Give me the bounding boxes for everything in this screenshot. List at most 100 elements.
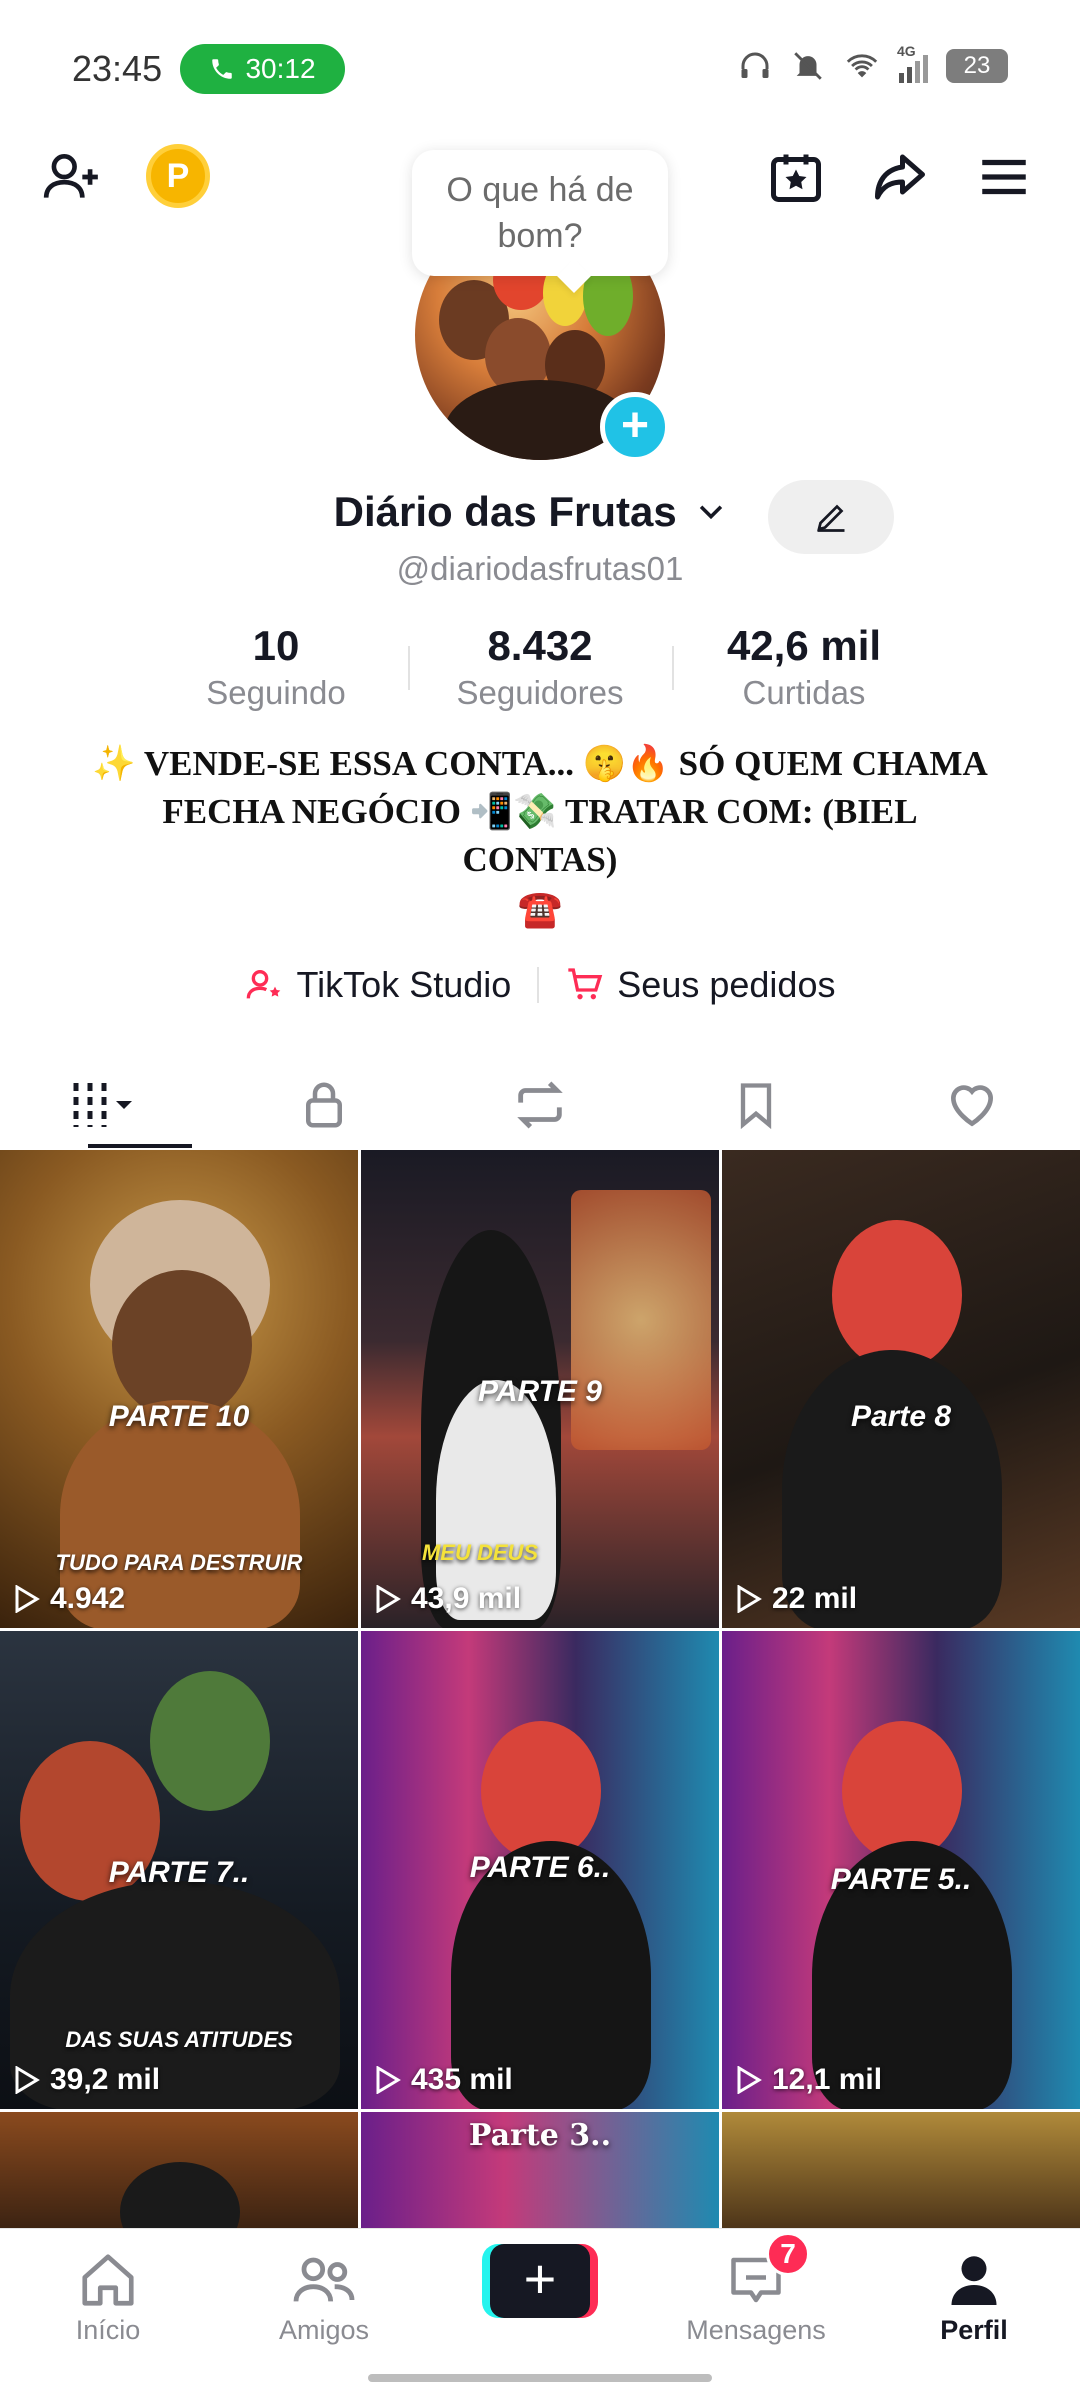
nav-messages[interactable]: Mensagens [666, 2245, 846, 2346]
repost-icon [517, 1081, 563, 1129]
quick-links-divider [537, 967, 540, 1003]
video-view-count: 4.942 [50, 1582, 126, 1615]
profile-bio: ✨ VENDE-SE ESSA CONTA... 🤫🔥 SÓ QUEM CHAM… [92, 744, 988, 879]
nav-messages-label: Mensagens [686, 2315, 826, 2345]
stat-label: Seguidores [456, 674, 624, 711]
chevron-down-icon [700, 505, 723, 520]
video-title: Parte 8 [850, 1400, 952, 1433]
wifi-icon [846, 54, 878, 78]
person-star-icon [246, 970, 280, 999]
video-title: PARTE 9 [478, 1375, 602, 1408]
video-caption: MEU DEUS [421, 1540, 539, 1565]
signal-icon: 4G [897, 43, 928, 83]
home-icon [82, 2254, 134, 2306]
ongoing-call-pill[interactable]: 30:12 [180, 44, 345, 94]
profile-stats: 10 Seguindo 8.432 Seguidores 42,6 mil Cu… [140, 622, 940, 722]
heart-icon [950, 1085, 994, 1127]
calendar-star-icon [771, 154, 821, 202]
menu-button[interactable] [972, 145, 1036, 209]
video-title: Parte 3.. [468, 2118, 612, 2153]
nav-profile[interactable]: Perfil [884, 2245, 1064, 2346]
tab-private[interactable] [216, 1060, 432, 1150]
pencil-icon [817, 504, 845, 532]
video-views: 22 mil [736, 1582, 857, 1616]
share-arrow-icon [875, 154, 925, 200]
create-video-button[interactable]: + [482, 2244, 598, 2318]
video-thumbnail[interactable]: PARTE 9 MEU DEUS 43,9 mil [361, 1150, 719, 1628]
video-grid: PARTE 10 TUDO PARA DESTRUIR 4.942 PARTE … [0, 1150, 1080, 2232]
video-title: PARTE 10 [108, 1400, 250, 1433]
video-thumbnail[interactable]: Parte 3.. [361, 2112, 719, 2232]
nav-friends[interactable]: Amigos [234, 2245, 414, 2346]
status-prompt-bubble[interactable]: O que há de bom? [412, 150, 668, 276]
stat-following[interactable]: 10 Seguindo [144, 622, 408, 722]
tab-reposts[interactable] [432, 1060, 648, 1150]
video-caption: TUDO PARA DESTRUIR [55, 1550, 303, 1575]
play-icon [15, 2066, 40, 2094]
video-thumbnail[interactable] [0, 2112, 358, 2232]
edit-profile-button[interactable] [768, 480, 894, 554]
video-grid-icon [73, 1083, 132, 1127]
play-icon [376, 2066, 401, 2094]
video-view-count: 12,1 mil [772, 2063, 883, 2096]
quick-links: TikTok Studio Seus pedidos [0, 964, 1080, 1006]
stat-value: 42,6 mil [726, 622, 882, 669]
video-view-count: 435 mil [411, 2063, 513, 2096]
video-thumbnail[interactable]: Parte 8 22 mil [722, 1150, 1080, 1628]
tab-videos[interactable] [0, 1060, 216, 1150]
profile-handle: @diariodasfrutas01 [396, 550, 684, 587]
stat-followers[interactable]: 8.432 Seguidores [408, 622, 672, 722]
battery-icon: 23 [946, 49, 1008, 83]
hamburger-menu-icon [982, 159, 1026, 195]
play-icon [15, 1585, 40, 1613]
add-friend-button[interactable] [40, 145, 104, 209]
plus-icon: + [490, 2244, 590, 2318]
video-caption: DAS SUAS ATITUDES [65, 2027, 293, 2052]
orders-link[interactable]: Seus pedidos [565, 964, 835, 1006]
coins-button[interactable]: P [146, 144, 210, 208]
tab-favorites[interactable] [648, 1060, 864, 1150]
lock-icon [306, 1082, 342, 1128]
tab-liked[interactable] [864, 1060, 1080, 1150]
call-duration: 30:12 [245, 53, 316, 84]
status-time: 23:45 [72, 48, 163, 89]
video-thumbnail[interactable]: PARTE 10 TUDO PARA DESTRUIR 4.942 [0, 1150, 358, 1628]
video-views: 12,1 mil [736, 2063, 882, 2097]
content-tabs [0, 1060, 1080, 1150]
profile-name-row[interactable]: Diário das Frutas [0, 488, 1080, 536]
video-views: 4.942 [14, 1582, 125, 1616]
video-thumbnail[interactable]: PARTE 7.. DAS SUAS ATITUDES 39,2 mil [0, 1631, 358, 2109]
tiktok-studio-link[interactable]: TikTok Studio [245, 964, 511, 1006]
phone-icon [212, 59, 233, 79]
add-story-button[interactable]: + [600, 392, 670, 462]
friends-icon [293, 2257, 355, 2302]
play-icon [737, 1585, 762, 1613]
nav-home-label: Início [75, 2315, 141, 2345]
stat-likes[interactable]: 42,6 mil Curtidas [672, 622, 936, 722]
nav-friends-label: Amigos [278, 2315, 370, 2345]
person-add-icon [43, 154, 98, 198]
video-view-count: 22 mil [772, 1582, 858, 1615]
messages-badge: 7 [766, 2232, 810, 2276]
video-views: 39,2 mil [14, 2063, 160, 2097]
home-indicator[interactable] [368, 2374, 712, 2382]
video-views: 43,9 mil [375, 1582, 521, 1616]
events-button[interactable] [764, 145, 828, 209]
video-view-count: 39,2 mil [50, 2063, 161, 2096]
video-title: PARTE 7.. [108, 1856, 250, 1889]
mute-bell-icon [794, 52, 822, 80]
cart-icon [568, 968, 603, 1000]
video-view-count: 43,9 mil [411, 1582, 522, 1615]
orders-label: Seus pedidos [617, 964, 836, 1005]
share-profile-button[interactable] [868, 145, 932, 209]
stat-value: 10 [252, 622, 300, 669]
bookmark-icon [740, 1083, 772, 1130]
bio-phone-emoji: ☎️ [517, 888, 563, 929]
stat-label: Curtidas [742, 674, 866, 711]
video-thumbnail[interactable]: PARTE 6.. 435 mil [361, 1631, 719, 2109]
video-title: PARTE 6.. [469, 1851, 611, 1884]
nav-home[interactable]: Início [18, 2245, 198, 2346]
status-bar: 23:45 30:12 4G 23 [0, 0, 1080, 140]
video-thumbnail[interactable]: PARTE 5.. 12,1 mil [722, 1631, 1080, 2109]
video-thumbnail[interactable] [722, 2112, 1080, 2232]
